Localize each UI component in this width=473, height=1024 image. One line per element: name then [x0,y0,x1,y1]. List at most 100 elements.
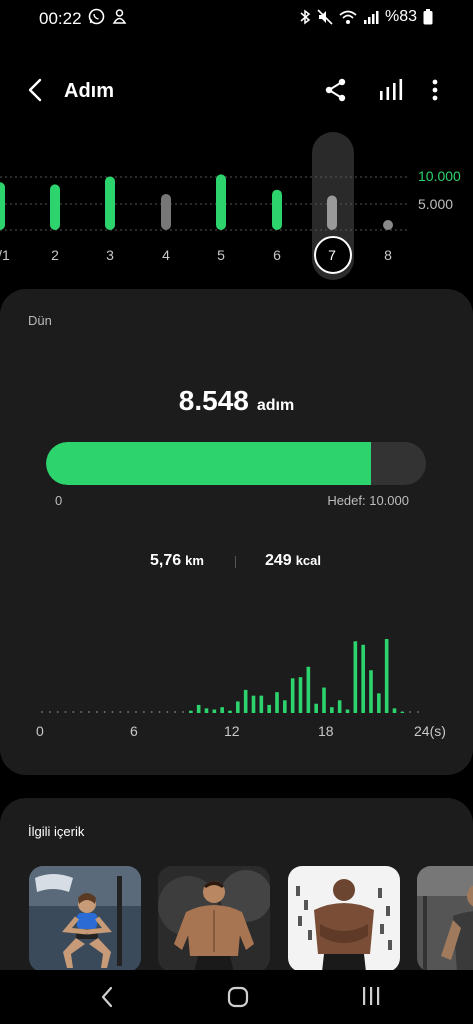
hour-bar [345,709,350,713]
week-bar[interactable] [327,195,337,230]
goal-progress-fill [46,442,371,485]
hour-baseline-dot [150,711,153,713]
signal-icon [363,11,379,24]
hour-bar [400,711,405,713]
hour-bar [337,700,342,713]
weekly-steps-chart: 10.000 5.000 1/1 2 3 4 5 6 7 8 [0,130,473,280]
day-label: Dün [28,313,52,328]
hour-bar [267,704,271,713]
hour-bar [314,703,318,713]
progress-min-label: 0 [55,493,63,508]
hour-bar [196,704,201,713]
hour-baseline-dot [56,711,59,713]
week-bar[interactable] [272,189,282,230]
steps-unit: adım [256,397,295,414]
hour-bar [290,678,295,713]
back-icon[interactable] [24,76,48,104]
bodybuilder-arms-crossed-thumbnail[interactable] [288,866,400,972]
hour-baseline-dot [409,711,412,713]
hour-bar [212,709,217,713]
hour-bar [220,707,224,713]
week-bar[interactable] [161,193,171,230]
day-label-7[interactable]: 7 [317,247,347,263]
whatsapp-icon [88,8,105,25]
app-header: Adım [0,66,473,116]
hour-bar [377,693,381,713]
hour-tick-label: 24(s) [414,723,446,739]
calories-value: 249 [265,552,292,569]
calories-metric: 249 kcal [265,552,321,570]
hour-baseline-dot [41,711,43,713]
mute-icon [317,9,333,25]
woman-squat-thumbnail[interactable] [29,866,141,972]
calories-unit: kcal [295,553,322,568]
hour-baseline-dot [80,711,83,713]
hour-bar [392,708,397,713]
goal-line-label: 10.000 [418,168,461,184]
status-time: 00:22 [39,9,82,28]
hour-bar [361,644,365,713]
app-notification-icon [112,9,127,24]
hour-baseline-dot [48,711,51,713]
hour-baseline-dot [103,711,106,713]
hour-baseline-dot [64,711,67,713]
hour-baseline-dot [142,711,145,713]
hour-bar [189,710,193,713]
nav-back-icon[interactable] [100,986,114,1008]
day-label-6[interactable]: 6 [262,247,292,263]
hour-tick-label: 0 [36,723,44,739]
steps-total: 8.548 adım [0,385,473,417]
hour-bar [243,689,248,713]
nav-home-icon[interactable] [227,986,249,1008]
steps-value: 8.548 [178,385,249,416]
progress-goal-label: Hedef: 10.000 [327,493,409,508]
hour-baseline-dot [119,711,122,713]
gym-man-thumbnail[interactable] [417,866,473,972]
hour-bar [330,707,334,713]
week-bar[interactable] [216,174,226,230]
hour-bar [298,677,303,713]
hour-bar [204,708,209,713]
hour-bar [283,700,287,713]
distance-value: 5,76 [150,552,182,569]
hour-baseline-dot [417,711,419,713]
hour-baseline-dot [95,711,98,713]
distance-metric: 5,76 km [150,552,204,570]
hour-baseline-dot [182,711,184,713]
nav-recents-icon[interactable] [361,986,381,1006]
goal-progress-bar [46,442,426,485]
hour-bar [236,701,240,713]
daily-metrics: 5,76 km 249 kcal [0,552,473,572]
day-label-8[interactable]: 8 [373,247,403,263]
hour-baseline-dot [135,711,137,713]
hour-baseline-dot [166,711,169,713]
hour-tick-label: 18 [318,723,334,739]
hour-bar [384,639,389,713]
battery-icon [423,9,433,25]
more-icon[interactable] [428,77,442,103]
share-icon[interactable] [323,77,349,103]
muscular-man-thumbnail[interactable] [158,866,270,972]
week-bar[interactable] [0,182,5,230]
week-bar[interactable] [50,184,60,230]
day-label-1/1[interactable]: 1/1 [0,247,15,263]
bluetooth-icon [300,9,311,25]
week-bar[interactable] [105,176,115,230]
hour-tick-label: 6 [130,723,138,739]
metric-divider [235,556,236,568]
day-label-4[interactable]: 4 [151,247,181,263]
battery-percent: %83 [384,8,417,25]
wifi-icon [339,10,357,24]
hour-tick-label: 12 [224,723,240,739]
day-label-2[interactable]: 2 [40,247,70,263]
hour-baseline-dot [111,711,114,713]
related-title: İlgili içerik [28,824,85,839]
day-label-5[interactable]: 5 [206,247,236,263]
stats-icon[interactable] [378,78,404,102]
hour-bar [306,666,311,713]
week-bar-empty[interactable] [383,220,393,230]
hour-bar [251,695,256,713]
daily-summary-card: Dün 8.548 adım 0 Hedef: 10.000 5,76 km 249… [0,289,473,775]
hourly-steps-chart: 0 6 12 18 24(s) [0,619,473,779]
day-label-3[interactable]: 3 [95,247,125,263]
